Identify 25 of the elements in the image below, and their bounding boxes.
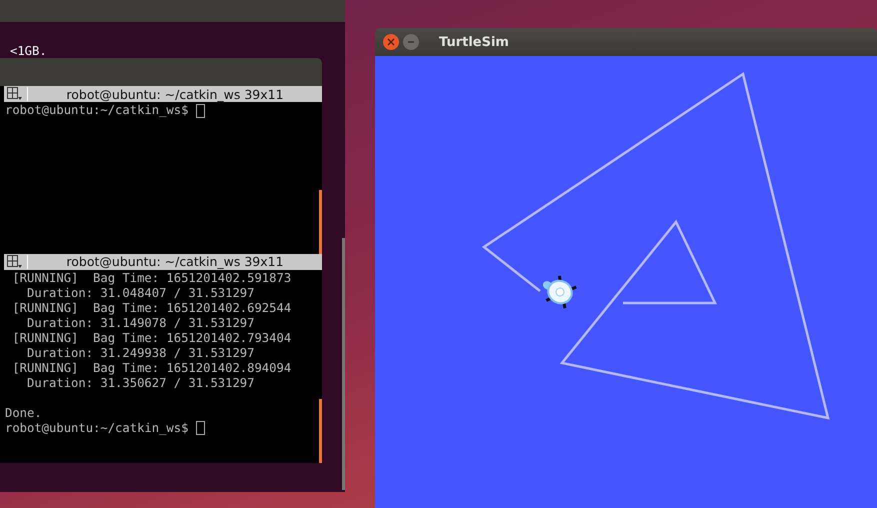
- terminal-output-line: Duration: 31.048407 / 31.531297: [26, 286, 256, 301]
- grid-menu-icon[interactable]: [7, 87, 23, 101]
- terminal-output-line: Duration: 31.149078 / 31.531297: [26, 316, 256, 331]
- text-cursor: [196, 421, 205, 436]
- terminal-output-line: [RUNNING] Bag Time: 1651201402.692544: [11, 300, 292, 316]
- shell-prompt: robot@ubuntu:~/catkin_ws$: [5, 103, 190, 118]
- shell-prompt: robot@ubuntu:~/catkin_ws$: [5, 420, 190, 436]
- grid-menu-icon[interactable]: [7, 254, 23, 269]
- terminal-output-line: Done.: [5, 406, 43, 421]
- text-cursor: [196, 104, 205, 118]
- terminal-output-line: <1GB.: [10, 44, 48, 59]
- close-button[interactable]: [383, 34, 399, 50]
- terminal-output-line: [RUNNING] Bag Time: 1651201402.591873: [11, 270, 292, 286]
- turtle-icon: [542, 276, 577, 309]
- window-title: TurtleSim: [439, 34, 509, 50]
- scroll-indicator: [319, 190, 322, 254]
- terminal-output-line: [RUNNING] Bag Time: 1651201402.793404: [11, 330, 292, 346]
- pane-title: robot@ubuntu: ~/catkin_ws 39x11: [65, 254, 285, 270]
- terminal-output-line: Duration: 31.249938 / 31.531297: [26, 346, 256, 361]
- pane-title: robot@ubuntu: ~/catkin_ws 39x11: [65, 86, 285, 102]
- minimize-button[interactable]: [403, 34, 419, 50]
- scroll-indicator: [319, 399, 322, 463]
- terminal-output-line: Duration: 31.350627 / 31.531297: [26, 376, 256, 391]
- close-icon: [387, 38, 395, 46]
- terminal-output-line: [RUNNING] Bag Time: 1651201402.894094: [11, 360, 292, 376]
